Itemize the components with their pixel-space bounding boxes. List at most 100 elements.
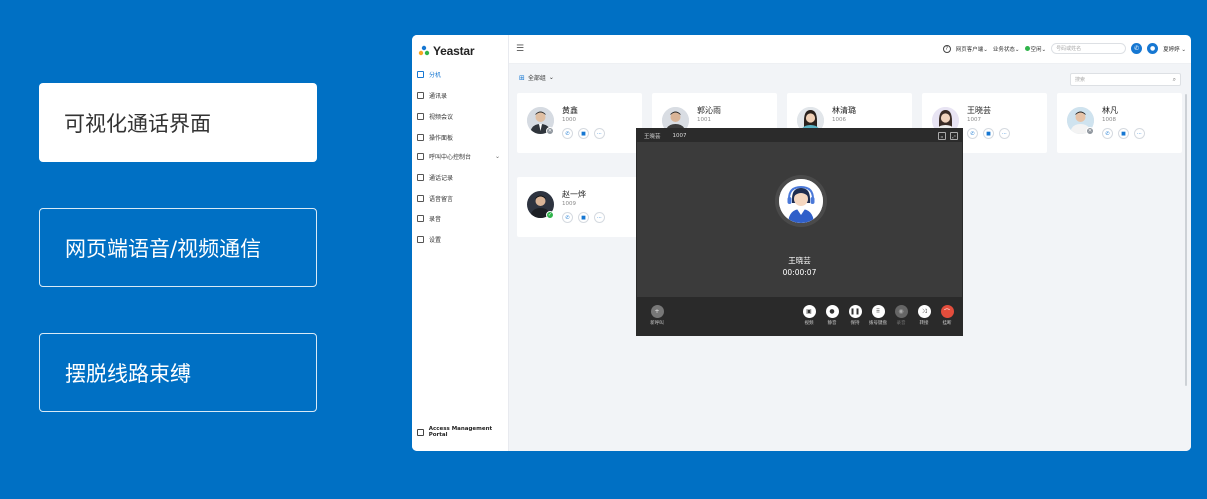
call-duration: 00:00:07 <box>782 268 817 277</box>
contact-name: 黄鑫 <box>562 106 578 115</box>
contact-ext: 1007 <box>967 117 981 123</box>
web-client-dropdown[interactable]: 网页客户端⌄ <box>956 45 988 53</box>
call-header-name: 王晓芸 <box>644 133 661 140</box>
search-input[interactable]: 搜索 ⌕ <box>1070 73 1181 86</box>
sidebar-item-label: 语音留言 <box>429 195 454 203</box>
call-log-icon <box>417 173 424 181</box>
record-button[interactable]: ◉ 录音 <box>891 305 911 326</box>
contact-name: 林清璐 <box>832 106 856 115</box>
sidebar-item-label: 呼叫中心控制台 <box>429 153 472 161</box>
transfer-button[interactable]: ⤨ 转接 <box>914 305 934 326</box>
video-call-icon[interactable]: ■ <box>1118 128 1129 139</box>
extension-card[interactable]: ✕ 黄鑫 1000 ✆ ■ ⋯ <box>517 93 642 153</box>
transfer-icon: ⤨ <box>917 305 931 318</box>
video-call-icon[interactable]: ■ <box>983 128 994 139</box>
logo-text: Yeastar <box>433 44 475 58</box>
sidebar-item-label: 分机 <box>429 71 442 79</box>
sidebar-item-panel[interactable]: 操作面板 <box>417 130 505 144</box>
access-portal-link[interactable]: Access Management Portal <box>417 426 508 438</box>
phone-icon[interactable]: ✆ <box>1131 43 1143 54</box>
extension-icon <box>417 70 424 78</box>
extension-card[interactable]: ✓ 赵一烨 1009 ✆ ■ ⋯ <box>517 177 642 237</box>
help-icon[interactable]: ? <box>942 44 951 53</box>
dial-search-input[interactable]: 号码或姓名 <box>1051 43 1127 54</box>
new-call-button[interactable]: + 新呼叫 <box>647 305 667 326</box>
fullscreen-icon[interactable]: ⤢ <box>950 132 958 140</box>
contact-ext: 1001 <box>697 117 711 123</box>
feature-label: 摆脱线路束缚 <box>65 361 191 386</box>
sidebar-item-video-conference[interactable]: 视频会议 <box>417 109 505 123</box>
presence-label: 空闲 <box>1030 46 1042 53</box>
sidebar-item-label: 设置 <box>429 236 442 244</box>
card-actions: ✆ ■ ⋯ <box>562 128 605 139</box>
call-icon[interactable]: ✆ <box>1102 128 1113 139</box>
contacts-icon <box>417 91 424 99</box>
group-icon: ⊞ <box>519 73 525 82</box>
feature-web-voice-video[interactable]: 网页端语音/视频通信 <box>39 208 317 287</box>
video-call-icon[interactable]: ■ <box>578 212 589 223</box>
chevron-down-icon: ⌄ <box>548 74 554 81</box>
sidebar-item-contacts[interactable]: 通讯录 <box>417 88 505 102</box>
minimize-icon[interactable]: ▫ <box>938 132 946 140</box>
call-header: 王晓芸 1007 ▫ ⤢ <box>637 129 962 142</box>
search-placeholder: 搜索 <box>1075 77 1086 83</box>
keypad-label: 拨号键盘 <box>869 321 887 326</box>
agent-icon <box>779 179 823 223</box>
keypad-button[interactable]: ⠿ 拨号键盘 <box>868 305 888 326</box>
scrollbar[interactable] <box>1185 94 1187 386</box>
more-icon[interactable]: ⋯ <box>594 128 605 139</box>
call-icon[interactable]: ✆ <box>562 128 573 139</box>
sidebar-item-extension[interactable]: 分机 <box>417 67 505 81</box>
status-available-icon: ✓ <box>546 211 554 219</box>
user-menu[interactable]: 夏婷婷 ⌄ <box>1163 45 1186 53</box>
call-window-controls: ▫ ⤢ <box>938 132 958 140</box>
presence-dropdown[interactable]: 空闲⌄ <box>1024 45 1046 53</box>
hold-button[interactable]: ❚❚ 保持 <box>845 305 865 326</box>
feature-visual-call-ui[interactable]: 可视化通话界面 <box>39 83 317 162</box>
online-status-icon <box>1024 45 1030 51</box>
sidebar-item-call-log[interactable]: 通话记录 <box>417 170 505 184</box>
call-header-ext: 1007 <box>672 132 687 139</box>
sidebar-item-voicemail[interactable]: 语音留言 <box>417 191 505 205</box>
menu-icon[interactable]: ☰ <box>516 44 524 54</box>
more-icon[interactable]: ⋯ <box>1134 128 1145 139</box>
mic-icon: ● <box>825 305 839 318</box>
user-avatar-icon[interactable]: ● <box>1147 43 1159 54</box>
video-label: 视频 <box>804 321 814 326</box>
contact-name: 林凡 <box>1102 106 1118 115</box>
record-label: 录音 <box>896 321 906 326</box>
status-busy-icon: ✕ <box>1086 127 1094 135</box>
work-status-dropdown[interactable]: 业务状态⌄ <box>993 45 1020 53</box>
contact-ext: 1006 <box>832 117 846 123</box>
more-icon[interactable]: ⋯ <box>999 128 1010 139</box>
video-call-icon[interactable]: ■ <box>578 128 589 139</box>
more-icon[interactable]: ⋯ <box>594 212 605 223</box>
video-off-icon: ▣ <box>802 305 816 318</box>
extension-card[interactable]: ✕ 林凡 1008 ✆ ■ ⋯ <box>1057 93 1182 153</box>
video-button[interactable]: ▣ 视频 <box>799 305 819 326</box>
group-selector[interactable]: ⊞ 全部组 ⌄ <box>519 73 554 83</box>
sidebar-item-recording[interactable]: 录音 <box>417 211 505 225</box>
feature-no-line-constraint[interactable]: 摆脱线路束缚 <box>39 333 317 412</box>
keypad-icon: ⠿ <box>871 305 885 318</box>
work-status-label: 业务状态 <box>992 46 1015 53</box>
sidebar-item-label: 录音 <box>429 215 442 223</box>
mute-label: 静音 <box>827 321 837 326</box>
hangup-button[interactable]: ⌒ 挂断 <box>937 305 957 326</box>
pause-icon: ❚❚ <box>848 305 862 318</box>
card-actions: ✆ ■ ⋯ <box>562 212 605 223</box>
sidebar-item-label: 视频会议 <box>429 113 454 121</box>
hangup-label: 挂断 <box>942 321 952 326</box>
hangup-icon: ⌒ <box>940 305 954 318</box>
status-busy-icon: ✕ <box>546 127 554 135</box>
mute-button[interactable]: ● 静音 <box>822 305 842 326</box>
sidebar-item-call-center[interactable]: 呼叫中心控制台 ⌄ <box>417 149 505 163</box>
top-bar: ☰ ? 网页客户端⌄ 业务状态⌄ 空闲⌄ 号码或姓名 ✆ ● 夏婷婷 ⌄ <box>509 35 1191 64</box>
call-icon[interactable]: ✆ <box>562 212 573 223</box>
sidebar: Yeastar 分机 通讯录 视频会议 操作面板 呼叫中心控制台 ⌄ 通话记录 <box>412 35 509 451</box>
plus-icon: + <box>650 305 664 318</box>
dial-search-placeholder: 号码或姓名 <box>1056 46 1082 52</box>
call-icon[interactable]: ✆ <box>967 128 978 139</box>
sidebar-item-settings[interactable]: 设置 <box>417 232 505 246</box>
top-bar-items: ? 网页客户端⌄ 业务状态⌄ 空闲⌄ 号码或姓名 ✆ ● 夏婷婷 ⌄ <box>942 43 1186 54</box>
